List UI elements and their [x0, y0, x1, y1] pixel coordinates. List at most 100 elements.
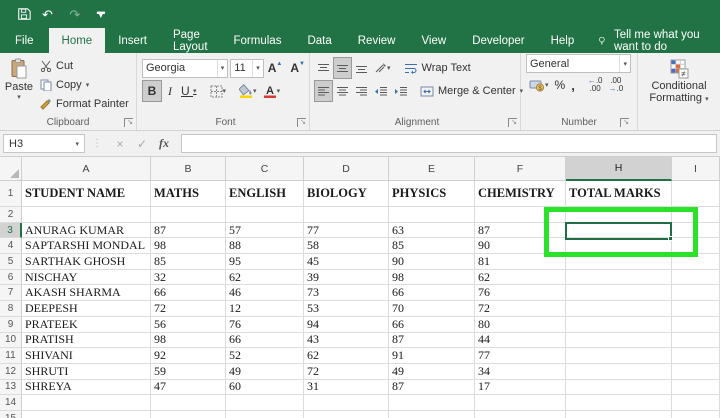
cell-F8[interactable]: 72 [475, 301, 566, 317]
cell-I3[interactable] [672, 223, 720, 239]
cell-H14[interactable] [566, 395, 672, 411]
cell-C3[interactable]: 57 [226, 223, 304, 239]
cell-F1[interactable]: CHEMISTRY [475, 181, 566, 207]
borders-button[interactable]: ▾ [207, 80, 230, 102]
cell-D5[interactable]: 45 [304, 254, 389, 270]
row-header-13[interactable]: 13 [0, 380, 22, 396]
cell-C6[interactable]: 62 [226, 270, 304, 286]
cell-A15[interactable] [22, 411, 151, 418]
tell-me-box[interactable]: Tell me what you want to do [597, 28, 720, 53]
column-header-D[interactable]: D [304, 157, 389, 181]
tab-developer[interactable]: Developer [459, 28, 537, 53]
cell-E7[interactable]: 66 [389, 285, 475, 301]
tab-data[interactable]: Data [294, 28, 344, 53]
enter-button[interactable]: ✓ [131, 137, 153, 151]
cell-A1[interactable]: STUDENT NAME [22, 181, 151, 207]
tab-file[interactable]: File [0, 28, 49, 53]
cell-A4[interactable]: SAPTARSHI MONDAL [22, 238, 151, 254]
cell-I12[interactable] [672, 364, 720, 380]
cell-B13[interactable]: 47 [151, 380, 226, 396]
column-header-A[interactable]: A [22, 157, 151, 181]
column-header-B[interactable]: B [151, 157, 226, 181]
cell-E13[interactable]: 87 [389, 380, 475, 396]
merge-center-button[interactable]: Merge & Center ▾ [417, 80, 526, 102]
cell-A11[interactable]: SHIVANI [22, 348, 151, 364]
select-all-button[interactable] [0, 157, 22, 181]
cell-D2[interactable] [304, 207, 389, 223]
decrease-indent-button[interactable] [371, 80, 391, 102]
font-name-combo[interactable]: Georgia▾ [142, 59, 228, 78]
number-format-combo[interactable]: General▾ [526, 54, 631, 73]
cell-A10[interactable]: PRATISH [22, 333, 151, 349]
percent-style-button[interactable]: % [552, 74, 569, 96]
cancel-button[interactable]: × [109, 137, 131, 151]
accounting-dropdown-icon[interactable]: ▾ [545, 81, 549, 89]
number-format-dropdown-icon[interactable]: ▾ [619, 55, 627, 72]
cell-D6[interactable]: 39 [304, 270, 389, 286]
cell-H5[interactable] [566, 254, 672, 270]
cell-I10[interactable] [672, 333, 720, 349]
cell-C7[interactable]: 46 [226, 285, 304, 301]
cell-E1[interactable]: PHYSICS [389, 181, 475, 207]
cell-I15[interactable] [672, 411, 720, 418]
font-size-combo[interactable]: 11▾ [230, 59, 263, 78]
cell-H2[interactable] [566, 207, 672, 223]
cell-F4[interactable]: 90 [475, 238, 566, 254]
cell-E14[interactable] [389, 395, 475, 411]
tab-insert[interactable]: Insert [105, 28, 160, 53]
cell-I14[interactable] [672, 395, 720, 411]
number-dialog-launcher[interactable]: ↘ [620, 118, 629, 127]
name-box[interactable]: H3▾ [3, 134, 85, 153]
tab-help[interactable]: Help [538, 28, 588, 53]
cell-I11[interactable] [672, 348, 720, 364]
save-button[interactable] [17, 7, 31, 21]
cell-E4[interactable]: 85 [389, 238, 475, 254]
cell-E2[interactable] [389, 207, 475, 223]
cell-C11[interactable]: 52 [226, 348, 304, 364]
cell-I9[interactable] [672, 317, 720, 333]
cell-B1[interactable]: MATHS [151, 181, 226, 207]
cell-H6[interactable] [566, 270, 672, 286]
cell-A6[interactable]: NISCHAY [22, 270, 151, 286]
cell-C13[interactable]: 60 [226, 380, 304, 396]
orientation-dropdown-icon[interactable]: ▾ [387, 64, 391, 72]
insert-function-button[interactable]: fx [153, 136, 175, 151]
cell-B4[interactable]: 98 [151, 238, 226, 254]
clipboard-dialog-launcher[interactable]: ↘ [124, 118, 133, 127]
cell-B12[interactable]: 59 [151, 364, 226, 380]
column-header-H[interactable]: H [566, 157, 672, 181]
customize-qat-button[interactable]: ▬▾ [97, 10, 105, 19]
orientation-button[interactable]: ▾ [371, 57, 394, 79]
row-header-10[interactable]: 10 [0, 333, 22, 349]
cell-B7[interactable]: 66 [151, 285, 226, 301]
cell-D10[interactable]: 43 [304, 333, 389, 349]
cell-E3[interactable]: 63 [389, 223, 475, 239]
cell-D12[interactable]: 72 [304, 364, 389, 380]
bold-button[interactable]: B [142, 80, 162, 102]
cell-C9[interactable]: 76 [226, 317, 304, 333]
cell-E12[interactable]: 49 [389, 364, 475, 380]
cell-F12[interactable]: 34 [475, 364, 566, 380]
cell-I1[interactable] [672, 181, 720, 207]
cell-A2[interactable] [22, 207, 151, 223]
redo-dropdown-icon[interactable]: ▾ [82, 11, 86, 18]
cell-I4[interactable] [672, 238, 720, 254]
formula-input[interactable] [181, 134, 717, 153]
middle-align-button[interactable] [333, 57, 352, 79]
increase-indent-button[interactable] [391, 80, 411, 102]
name-box-dropdown-icon[interactable]: ▾ [75, 140, 79, 148]
copy-button[interactable]: Copy ▾ [40, 75, 129, 94]
redo-button[interactable]: ↷▾ [69, 8, 85, 21]
row-header-12[interactable]: 12 [0, 364, 22, 380]
cell-A12[interactable]: SHRUTI [22, 364, 151, 380]
cell-F6[interactable]: 62 [475, 270, 566, 286]
cell-H11[interactable] [566, 348, 672, 364]
cell-F10[interactable]: 44 [475, 333, 566, 349]
cell-H15[interactable] [566, 411, 672, 418]
column-header-I[interactable]: I [672, 157, 720, 181]
cell-E6[interactable]: 98 [389, 270, 475, 286]
row-header-11[interactable]: 11 [0, 348, 22, 364]
cell-B3[interactable]: 87 [151, 223, 226, 239]
cell-F13[interactable]: 17 [475, 380, 566, 396]
cell-F14[interactable] [475, 395, 566, 411]
